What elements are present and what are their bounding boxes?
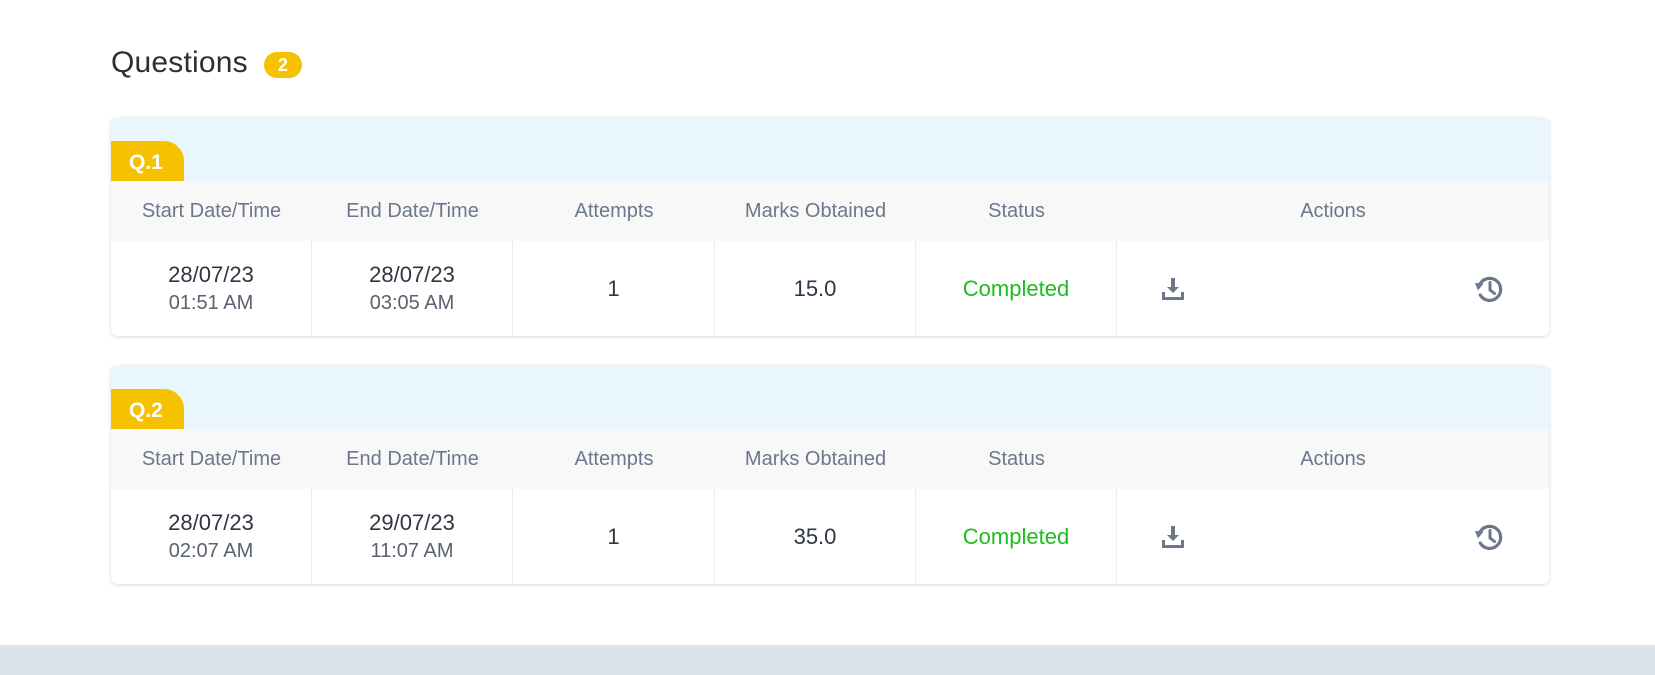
attempts-cell: 1: [513, 489, 715, 584]
column-header-actions: Actions: [1300, 199, 1366, 222]
column-header-actions: Actions: [1300, 447, 1366, 470]
questions-heading: Questions 2: [111, 46, 302, 80]
start-time: 02:07 AM: [168, 539, 254, 562]
column-header-marks: Marks Obtained: [744, 199, 887, 222]
column-header-start: Start Date/Time: [141, 199, 282, 222]
marks-cell: 15.0: [715, 241, 916, 336]
column-header-attempts: Attempts: [574, 199, 654, 222]
questions-count-badge: 2: [263, 52, 302, 78]
start-datetime-cell: 28/07/23 02:07 AM: [111, 489, 312, 584]
status-value: Completed: [962, 523, 1070, 549]
column-header-attempts: Attempts: [574, 447, 654, 470]
history-icon[interactable]: [1473, 273, 1505, 305]
start-date: 28/07/23: [168, 509, 254, 535]
footer-bar: [0, 645, 1655, 675]
page-title: Questions: [111, 46, 248, 79]
start-datetime-cell: 28/07/23 01:51 AM: [111, 241, 312, 336]
table-row: 28/07/23 01:51 AM 28/07/23 03:05 AM 1 15…: [111, 241, 1549, 336]
question-card-2: Q.2 Start Date/Time End Date/Time Attemp…: [111, 366, 1549, 584]
download-icon[interactable]: [1157, 273, 1189, 305]
question-number-tag: Q.1: [111, 141, 184, 181]
history-icon[interactable]: [1473, 521, 1505, 553]
column-header-end: End Date/Time: [346, 447, 479, 470]
column-header-status: Status: [988, 199, 1045, 222]
marks-value: 35.0: [793, 523, 837, 549]
table-header-row: Start Date/Time End Date/Time Attempts M…: [111, 181, 1549, 241]
end-datetime-cell: 28/07/23 03:05 AM: [312, 241, 513, 336]
end-time: 03:05 AM: [369, 291, 455, 314]
actions-cell: [1117, 489, 1549, 584]
question-number-tag: Q.2: [111, 389, 184, 429]
marks-cell: 35.0: [715, 489, 916, 584]
column-header-status: Status: [988, 447, 1045, 470]
status-cell: Completed: [916, 241, 1117, 336]
attempts-cell: 1: [513, 241, 715, 336]
end-time: 11:07 AM: [370, 539, 454, 562]
status-cell: Completed: [916, 489, 1117, 584]
end-date: 29/07/23: [369, 509, 455, 535]
column-header-start: Start Date/Time: [141, 447, 282, 470]
question-card-header: Q.1: [111, 118, 1549, 181]
page: Questions 2 Q.1 Start Date/Time End Date…: [0, 0, 1655, 675]
start-date: 28/07/23: [168, 261, 254, 287]
start-time: 01:51 AM: [168, 291, 254, 314]
attempts-value: 1: [607, 523, 620, 549]
end-datetime-cell: 29/07/23 11:07 AM: [312, 489, 513, 584]
column-header-end: End Date/Time: [346, 199, 479, 222]
marks-value: 15.0: [793, 275, 837, 301]
table-header-row: Start Date/Time End Date/Time Attempts M…: [111, 429, 1549, 489]
end-date: 28/07/23: [369, 261, 455, 287]
actions-cell: [1117, 241, 1549, 336]
attempts-value: 1: [607, 275, 620, 301]
column-header-marks: Marks Obtained: [744, 447, 887, 470]
status-value: Completed: [962, 275, 1070, 301]
question-card-header: Q.2: [111, 366, 1549, 429]
question-card-1: Q.1 Start Date/Time End Date/Time Attemp…: [111, 118, 1549, 336]
download-icon[interactable]: [1157, 521, 1189, 553]
table-row: 28/07/23 02:07 AM 29/07/23 11:07 AM 1 35…: [111, 489, 1549, 584]
